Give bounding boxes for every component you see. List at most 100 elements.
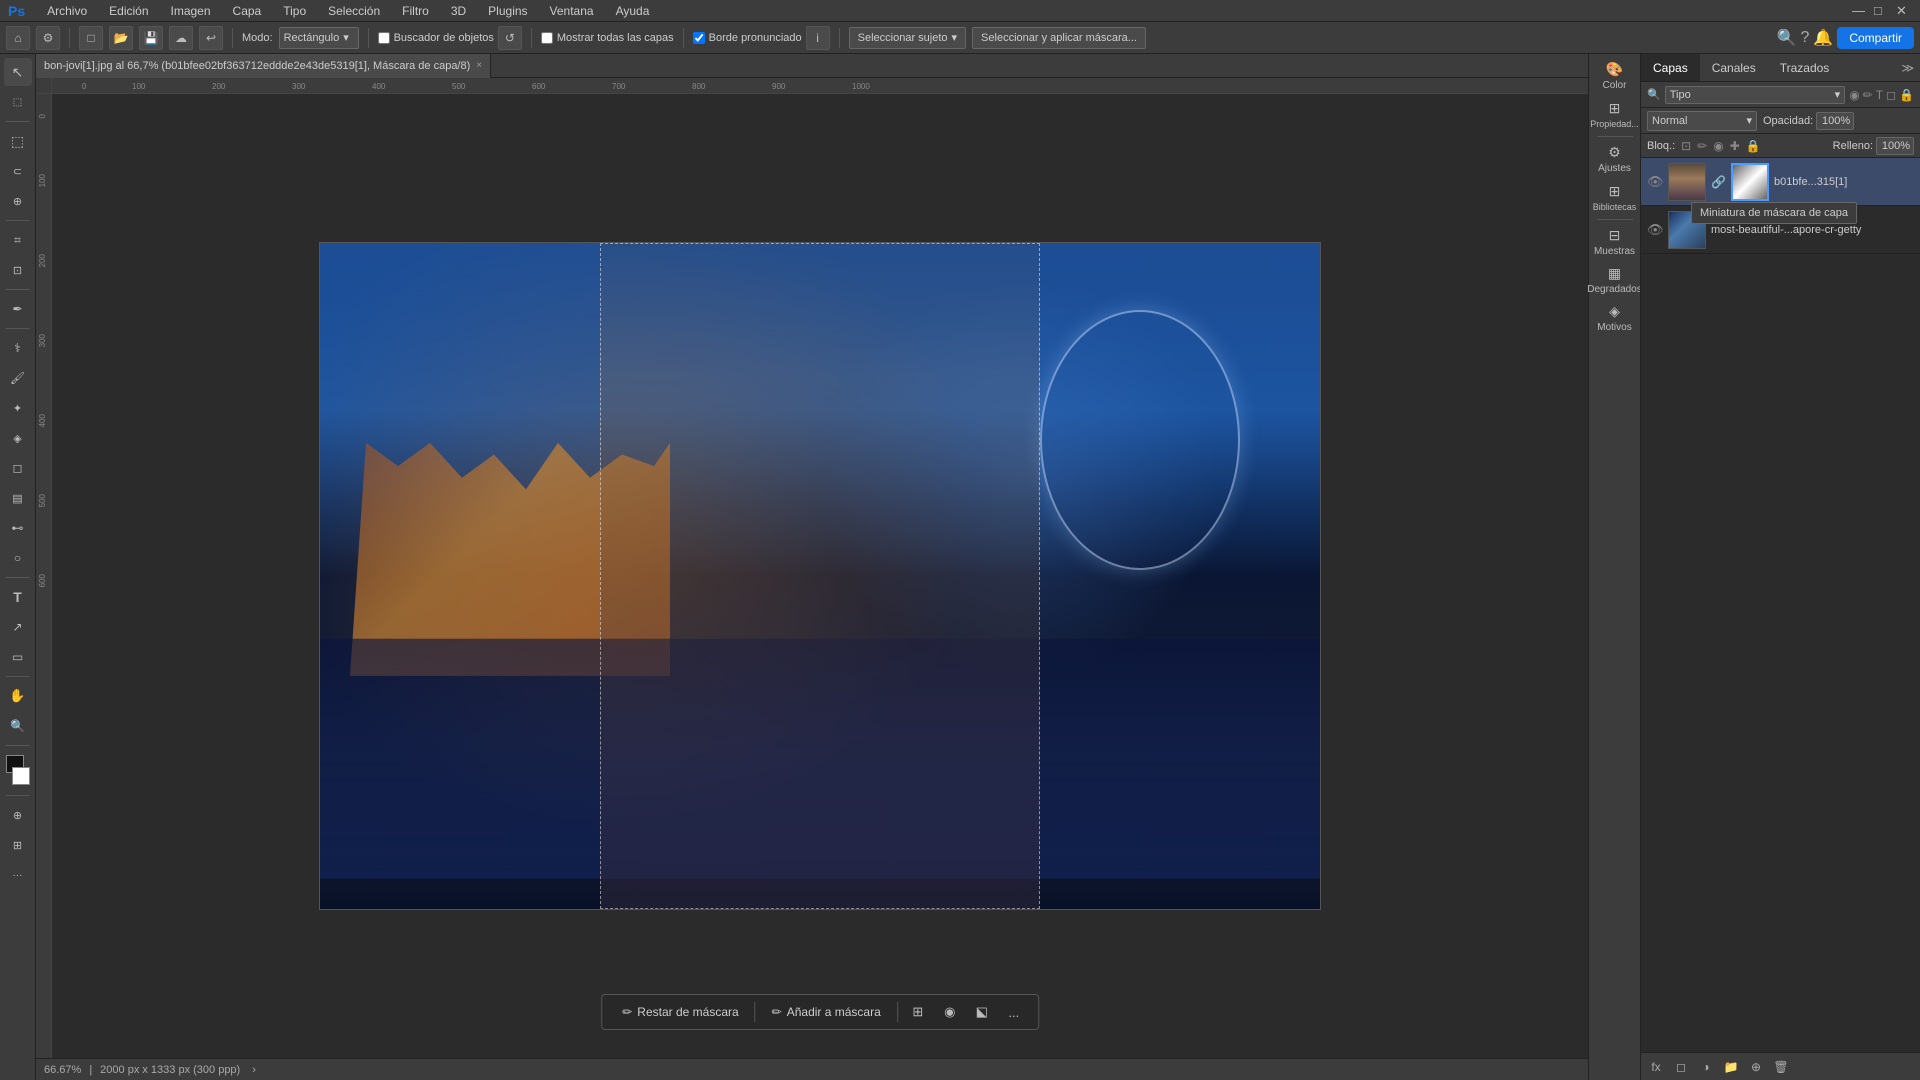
new-document-button[interactable]: □ <box>79 26 103 50</box>
layer-0-mask-thumb[interactable] <box>1731 163 1769 201</box>
menu-plugins[interactable]: Plugins <box>484 2 531 20</box>
layers-icon3[interactable]: T <box>1876 88 1883 102</box>
eraser-tool[interactable]: ◻ <box>4 454 32 482</box>
quick-mask-tool[interactable]: ⊕ <box>4 801 32 829</box>
layer-row-0[interactable]: 👁 🔗 b01bfe...315[1] <box>1641 158 1920 206</box>
color-panel-button[interactable]: 🎨 Color <box>1595 58 1635 94</box>
lock-transparent-icon[interactable]: ⊡ <box>1681 139 1691 153</box>
refine-edge-checkbox[interactable] <box>693 32 705 44</box>
layers-icon5[interactable]: 🔒 <box>1899 88 1914 102</box>
layers-icon1[interactable]: ◉ <box>1849 88 1859 102</box>
layers-tab-trazados[interactable]: Trazados <box>1768 54 1842 81</box>
show-all-layers-checkbox[interactable] <box>541 32 553 44</box>
layer-delete-button[interactable]: 🗑 <box>1770 1057 1792 1077</box>
select-subject-button[interactable]: Seleccionar sujeto ▾ <box>849 27 966 49</box>
notifications-button[interactable]: 🔔 <box>1813 28 1833 48</box>
blend-mode-dropdown[interactable]: Normal ▾ <box>1647 111 1757 131</box>
clone-tool[interactable]: ✦ <box>4 394 32 422</box>
menu-3d[interactable]: 3D <box>447 2 470 20</box>
background-color[interactable] <box>12 767 30 785</box>
history-tool[interactable]: ◈ <box>4 424 32 452</box>
dodge-tool[interactable]: ○ <box>4 544 32 572</box>
zoom-tool[interactable]: 🔍 <box>4 712 32 740</box>
menu-seleccion[interactable]: Selección <box>324 2 384 20</box>
layers-tab-capas[interactable]: Capas <box>1641 54 1700 81</box>
blur-tool[interactable]: ⊷ <box>4 514 32 542</box>
search-button[interactable]: 🔍 <box>1777 28 1797 48</box>
layer-fx-button[interactable]: fx <box>1645 1057 1667 1077</box>
crop-tool[interactable]: ⌗ <box>4 226 32 254</box>
mode-dropdown[interactable]: Rectángulo ▾ <box>279 27 359 49</box>
libraries-panel-button[interactable]: ⊞ Bibliotecas <box>1595 179 1635 215</box>
fill-value[interactable]: 100% <box>1876 137 1914 155</box>
gradients-panel-button[interactable]: ▦ Degradados <box>1595 262 1635 298</box>
mask-more-button[interactable]: ... <box>1002 1000 1026 1024</box>
minimize-button[interactable]: — <box>1852 3 1868 19</box>
tool-options-button[interactable]: ⚙ <box>36 26 60 50</box>
close-button[interactable]: ✕ <box>1896 3 1912 19</box>
subtract-mask-button[interactable]: ✏ Restar de máscara <box>614 1001 746 1023</box>
lock-all-icon[interactable]: 🔒 <box>1746 139 1761 153</box>
layer-0-visibility[interactable]: 👁 <box>1647 174 1663 190</box>
patterns-panel-button[interactable]: ◈ Motivos <box>1595 300 1635 336</box>
menu-edicion[interactable]: Edición <box>105 2 152 20</box>
layers-search-dropdown[interactable]: Tipo ▾ <box>1665 86 1845 104</box>
path-tool[interactable]: ↗ <box>4 613 32 641</box>
gradient-tool[interactable]: ▤ <box>4 484 32 512</box>
canvas-image[interactable] <box>319 242 1321 910</box>
screen-mode-button[interactable]: ⊞ <box>4 831 32 859</box>
frame-tool[interactable]: ⊡ <box>4 256 32 284</box>
refine-edge-info[interactable]: i <box>806 26 830 50</box>
layers-icon2[interactable]: ✏ <box>1863 88 1873 102</box>
layer-add-button[interactable]: ⊕ <box>1745 1057 1767 1077</box>
layer-mask-button[interactable]: ◻ <box>1670 1057 1692 1077</box>
quick-select-tool[interactable]: ⊕ <box>4 187 32 215</box>
swatches-panel-button[interactable]: ⊟ Muestras <box>1595 224 1635 260</box>
share-button[interactable]: Compartir <box>1837 27 1914 49</box>
home-button[interactable]: ⌂ <box>6 26 30 50</box>
eyedropper-tool[interactable]: ✒ <box>4 295 32 323</box>
open-button[interactable]: 📂 <box>109 26 133 50</box>
properties-panel-button[interactable]: ⊞ Propiedad... <box>1595 96 1635 132</box>
hand-tool[interactable]: ✋ <box>4 682 32 710</box>
menu-filtro[interactable]: Filtro <box>398 2 433 20</box>
canvas-viewport[interactable]: ✏ Restar de máscara ✏ Añadir a máscara ⊞… <box>52 94 1588 1058</box>
menu-ayuda[interactable]: Ayuda <box>612 2 654 20</box>
shape-tool[interactable]: ▭ <box>4 643 32 671</box>
mask-invert-button[interactable]: ⬕ <box>970 1000 994 1024</box>
lock-position-icon[interactable]: ✚ <box>1730 139 1740 153</box>
select-mask-button[interactable]: Seleccionar y aplicar máscara... <box>972 27 1146 49</box>
layer-group-button[interactable]: 📁 <box>1720 1057 1742 1077</box>
spot-heal-tool[interactable]: ⚕ <box>4 334 32 362</box>
mask-copy-button[interactable]: ⊞ <box>906 1000 930 1024</box>
maximize-button[interactable]: □ <box>1874 3 1890 19</box>
lasso-tool[interactable]: ⊂ <box>4 157 32 185</box>
adjustments-panel-button[interactable]: ⚙ Ajustes <box>1595 141 1635 177</box>
more-tools-button[interactable]: ··· <box>4 861 32 889</box>
find-subject-refresh[interactable]: ↺ <box>498 26 522 50</box>
menu-capa[interactable]: Capa <box>229 2 266 20</box>
save-cloud-button[interactable]: ☁ <box>169 26 193 50</box>
menu-tipo[interactable]: Tipo <box>279 2 310 20</box>
marquee-tool[interactable]: ⬚ <box>4 127 32 155</box>
layers-icon4[interactable]: ◻ <box>1886 88 1896 102</box>
layer-row-1[interactable]: 👁 most-beautiful-...apore-cr-getty Minia… <box>1641 206 1920 254</box>
menu-ventana[interactable]: Ventana <box>546 2 598 20</box>
help-button[interactable]: ? <box>1800 29 1809 47</box>
artboard-tool[interactable]: ⬚ <box>4 88 32 116</box>
menu-archivo[interactable]: Archivo <box>43 2 91 20</box>
menu-imagen[interactable]: Imagen <box>167 2 215 20</box>
layer-adjustment-button[interactable]: ◑ <box>1695 1057 1717 1077</box>
layers-panel-collapse[interactable]: ≫ <box>1901 61 1914 75</box>
layer-1-visibility[interactable]: 👁 <box>1647 222 1663 238</box>
move-tool[interactable]: ↖ <box>4 58 32 86</box>
mask-eye-button[interactable]: ◉ <box>938 1000 962 1024</box>
lock-paint-icon[interactable]: ✏ <box>1697 139 1707 153</box>
opacity-value[interactable]: 100% <box>1816 112 1854 130</box>
color-swatches[interactable] <box>4 755 32 785</box>
brush-tool[interactable]: 🖌 <box>4 364 32 392</box>
save-button[interactable]: 💾 <box>139 26 163 50</box>
lock-art-icon[interactable]: ◉ <box>1713 139 1723 153</box>
layers-tab-canales[interactable]: Canales <box>1700 54 1768 81</box>
add-mask-button[interactable]: ✏ Añadir a máscara <box>764 1001 889 1023</box>
